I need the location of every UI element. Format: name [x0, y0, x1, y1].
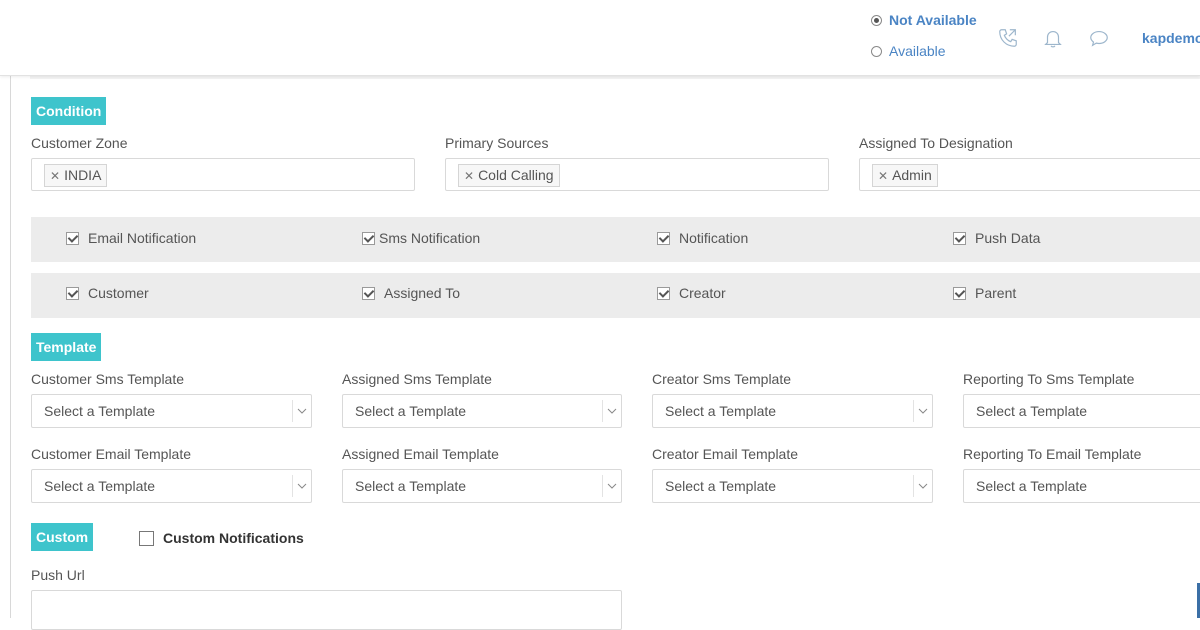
custom-section-label: Custom [31, 523, 94, 551]
select-value: Select a Template [976, 478, 1088, 494]
customer-email-template-label: Customer Email Template [31, 446, 192, 462]
push-url-label: Push Url [31, 567, 85, 583]
notification-channels-band: Email Notification Sms Notification Noti… [31, 217, 1200, 262]
status-not-available-radio[interactable]: Not Available [871, 12, 977, 28]
assigned-sms-template-select[interactable]: Select a Template [342, 394, 622, 428]
status-available-label: Available [889, 43, 946, 59]
push-data-checkbox[interactable]: Push Data [953, 230, 1040, 246]
creator-email-template-select[interactable]: Select a Template [652, 469, 933, 503]
assigned-to-checkbox[interactable]: Assigned To [362, 285, 460, 301]
previous-section-edge [30, 76, 1200, 79]
customer-zone-label: Customer Zone [31, 135, 128, 151]
assigned-designation-label: Assigned To Designation [859, 135, 1013, 151]
assigned-email-template-label: Assigned Email Template [342, 446, 499, 462]
customer-zone-input[interactable]: ✕ INDIA [31, 158, 415, 191]
assigned-to-label: Assigned To [384, 285, 461, 301]
creator-email-template-label: Creator Email Template [652, 446, 799, 462]
sms-notification-checkbox[interactable]: Sms Notification [362, 230, 480, 246]
radio-unselected-icon [871, 45, 882, 57]
assigned-designation-tag-text: Admin [892, 167, 932, 183]
checkbox-checked-icon [953, 231, 966, 245]
customer-zone-tag: ✕ INDIA [44, 164, 108, 187]
creator-label: Creator [679, 285, 726, 301]
chevron-down-icon [297, 408, 307, 414]
checkbox-checked-icon [362, 286, 375, 300]
remove-tag-icon[interactable]: ✕ [464, 169, 474, 183]
notification-checkbox[interactable]: Notification [657, 230, 748, 246]
checkbox-checked-icon [953, 286, 966, 300]
primary-sources-input[interactable]: ✕ Cold Calling [445, 158, 829, 191]
select-value: Select a Template [355, 478, 467, 494]
select-value: Select a Template [44, 478, 156, 494]
checkbox-checked-icon [657, 231, 670, 245]
bell-icon[interactable] [1042, 27, 1064, 49]
status-available-radio[interactable]: Available [871, 43, 946, 59]
creator-checkbox[interactable]: Creator [657, 285, 726, 301]
select-value: Select a Template [665, 403, 777, 419]
customer-label: Customer [88, 285, 149, 301]
remove-tag-icon[interactable]: ✕ [50, 169, 60, 183]
chat-icon[interactable] [1088, 27, 1110, 49]
customer-sms-template-label: Customer Sms Template [31, 371, 185, 387]
email-notification-checkbox[interactable]: Email Notification [66, 230, 196, 246]
template-section-label: Template [31, 333, 102, 361]
customer-checkbox[interactable]: Customer [66, 285, 149, 301]
left-divider [10, 75, 11, 618]
select-value: Select a Template [976, 403, 1088, 419]
assigned-designation-tag: ✕ Admin [872, 164, 938, 187]
chevron-down-icon [607, 408, 617, 414]
chevron-down-icon [918, 408, 928, 414]
primary-sources-label: Primary Sources [445, 135, 549, 151]
select-value: Select a Template [355, 403, 467, 419]
customer-sms-template-select[interactable]: Select a Template [31, 394, 312, 428]
creator-sms-template-label: Creator Sms Template [652, 371, 792, 387]
customer-zone-tag-text: INDIA [64, 167, 102, 183]
creator-sms-template-select[interactable]: Select a Template [652, 394, 933, 428]
assigned-sms-template-label: Assigned Sms Template [342, 371, 492, 387]
chevron-down-icon [607, 483, 617, 489]
top-bar: Not Available Available kapdemo [0, 0, 1200, 76]
radio-selected-icon [871, 14, 882, 26]
checkbox-unchecked-icon [139, 530, 154, 546]
reporting-email-template-label: Reporting To Email Template [963, 446, 1142, 462]
remove-tag-icon[interactable]: ✕ [878, 169, 888, 183]
assigned-designation-input[interactable]: ✕ Admin [859, 158, 1200, 191]
status-not-available-label: Not Available [889, 12, 977, 28]
checkbox-checked-icon [362, 231, 375, 245]
sms-notification-label: Sms Notification [379, 230, 481, 246]
custom-notifications-checkbox[interactable]: Custom Notifications [139, 530, 304, 546]
reporting-email-template-select[interactable]: Select a Template [963, 469, 1200, 503]
custom-notifications-label: Custom Notifications [163, 530, 304, 546]
primary-sources-tag-text: Cold Calling [478, 167, 554, 183]
parent-checkbox[interactable]: Parent [953, 285, 1016, 301]
condition-section-label: Condition [31, 97, 107, 125]
select-value: Select a Template [44, 403, 156, 419]
primary-sources-tag: ✕ Cold Calling [458, 164, 560, 187]
user-menu[interactable]: kapdemo [1142, 30, 1200, 46]
notification-label: Notification [679, 230, 749, 246]
checkbox-checked-icon [657, 286, 670, 300]
email-notification-label: Email Notification [88, 230, 197, 246]
chevron-down-icon [297, 483, 307, 489]
push-data-label: Push Data [975, 230, 1041, 246]
phone-icon[interactable] [997, 27, 1019, 49]
select-value: Select a Template [665, 478, 777, 494]
chevron-down-icon [918, 483, 928, 489]
reporting-sms-template-select[interactable]: Select a Template [963, 394, 1200, 428]
parent-label: Parent [975, 285, 1017, 301]
reporting-sms-template-label: Reporting To Sms Template [963, 371, 1135, 387]
notification-recipients-band: Customer Assigned To Creator Parent [31, 273, 1200, 318]
push-url-input[interactable] [31, 590, 622, 630]
customer-email-template-select[interactable]: Select a Template [31, 469, 312, 503]
checkbox-checked-icon [66, 231, 79, 245]
assigned-email-template-select[interactable]: Select a Template [342, 469, 622, 503]
checkbox-checked-icon [66, 286, 79, 300]
